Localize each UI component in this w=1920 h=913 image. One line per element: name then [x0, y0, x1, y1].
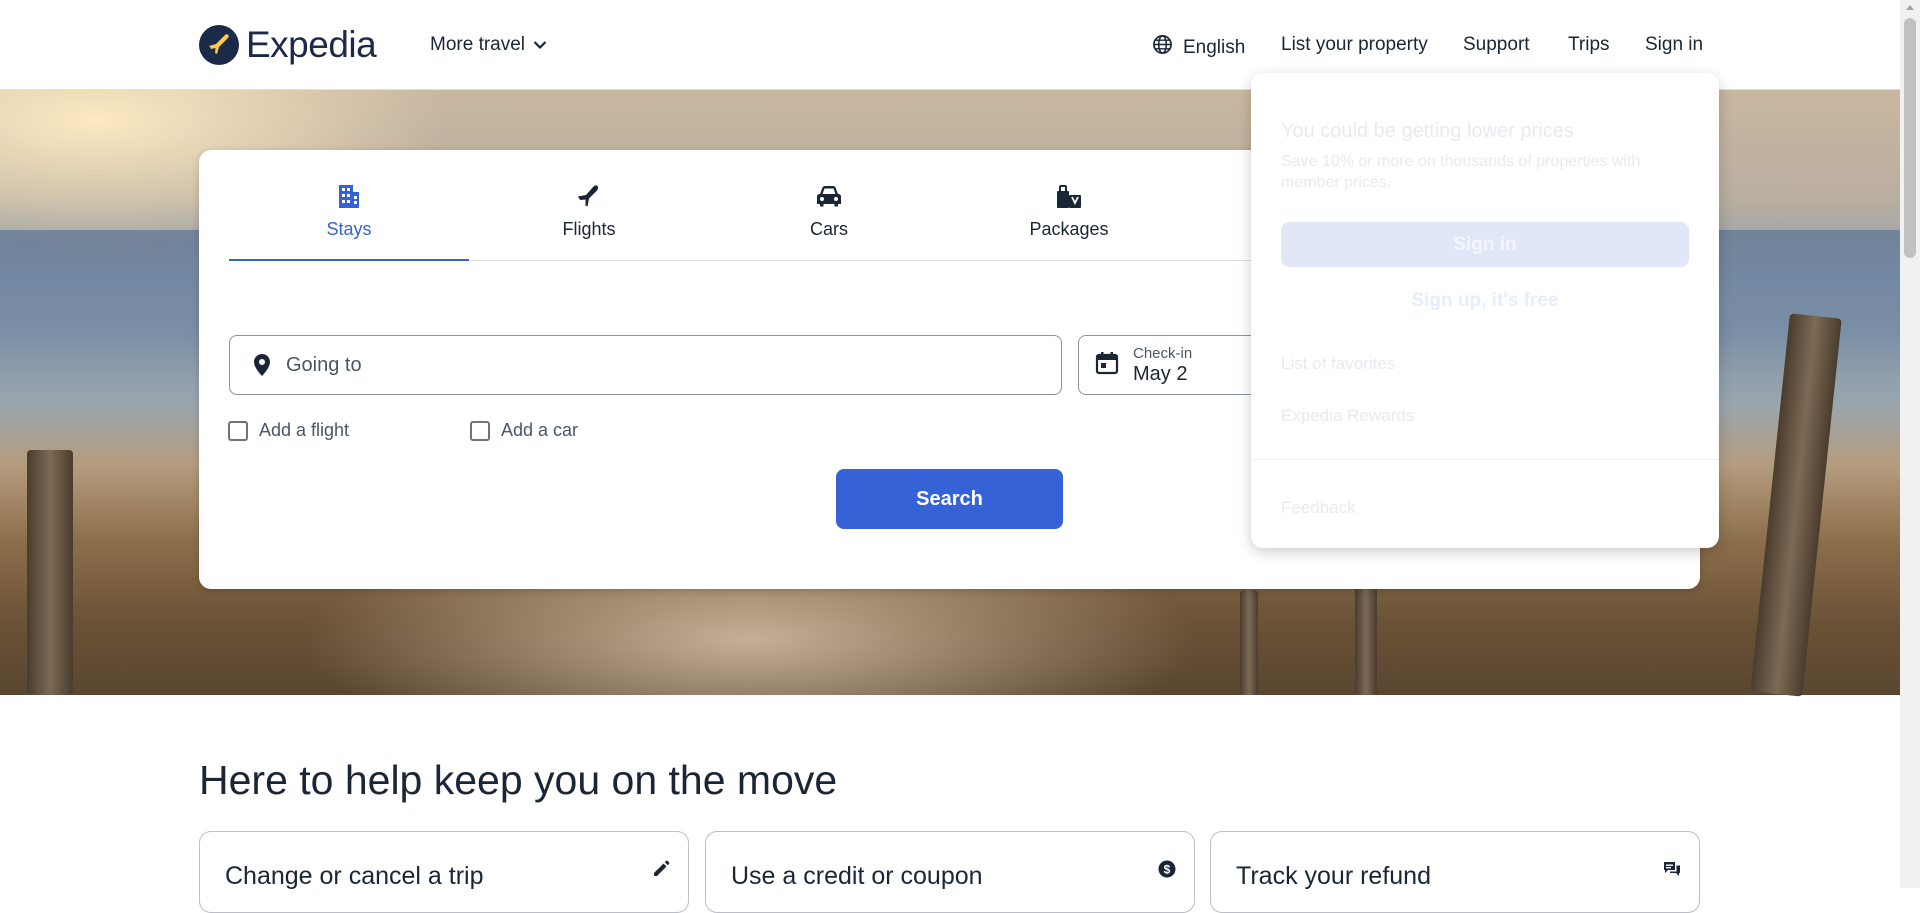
tab-label: Stays: [326, 219, 372, 239]
add-flight-label: Add a flight: [259, 420, 350, 440]
trips-label: Trips: [1568, 34, 1610, 55]
page-scrollbar[interactable]: [1900, 0, 1920, 888]
support-label: Support: [1463, 34, 1530, 55]
tab-stays[interactable]: Stays: [229, 150, 469, 261]
change-cancel-trip-card[interactable]: Change or cancel a trip: [199, 831, 689, 913]
fence-post: [27, 450, 73, 695]
scroll-up-arrow-icon[interactable]: [1906, 5, 1914, 10]
car-icon: [815, 182, 843, 210]
help-card-label: Change or cancel a trip: [225, 862, 484, 890]
list-property-label: List your property: [1281, 34, 1428, 55]
scrollbar-thumb[interactable]: [1904, 18, 1916, 258]
dropdown-description: Save 10% or more on thousands of propert…: [1281, 153, 1641, 191]
chat-bubbles-icon: [1663, 860, 1681, 883]
going-to-field[interactable]: [229, 335, 1062, 395]
credit-coupon-card[interactable]: Use a credit or coupon $: [705, 831, 1195, 913]
support-link[interactable]: Support: [1463, 34, 1530, 56]
check-in-label: Check-in: [1133, 344, 1193, 362]
trips-link[interactable]: Trips: [1568, 34, 1610, 56]
add-car-label: Add a car: [501, 420, 579, 440]
building-icon: [338, 182, 360, 210]
globe-icon: [1152, 34, 1173, 61]
tab-label: Cars: [809, 219, 848, 239]
tab-packages[interactable]: Packages: [949, 150, 1189, 260]
add-car-checkbox[interactable]: Add a car: [470, 420, 578, 441]
tab-flights[interactable]: Flights: [469, 150, 709, 260]
list-property-link[interactable]: List your property: [1281, 34, 1428, 56]
chevron-down-icon: [533, 34, 547, 56]
check-in-value: May 2: [1133, 362, 1188, 385]
help-card-label: Use a credit or coupon: [731, 862, 983, 890]
tab-label: Packages: [1029, 219, 1109, 239]
pencil-icon: [652, 860, 670, 883]
tab-cars[interactable]: Cars: [709, 150, 949, 260]
sign-in-label: Sign in: [1645, 34, 1704, 55]
sign-in-link[interactable]: Sign in: [1645, 34, 1703, 56]
feedback-link[interactable]: Feedback: [1281, 498, 1356, 518]
help-card-label: Track your refund: [1236, 862, 1431, 890]
language-label: English: [1183, 36, 1246, 58]
rewards-link[interactable]: Expedia Rewards: [1281, 406, 1414, 426]
dropdown-divider: [1251, 459, 1719, 460]
search-button[interactable]: Search: [836, 469, 1063, 529]
dropdown-title: You could be getting lower prices: [1281, 120, 1574, 142]
language-selector[interactable]: English: [1152, 34, 1245, 61]
expedia-logo[interactable]: Expedia: [199, 24, 377, 66]
airplane-icon: [576, 182, 602, 210]
sign-in-dropdown: You could be getting lower prices Save 1…: [1251, 73, 1719, 548]
more-travel-menu[interactable]: More travel: [430, 34, 547, 56]
tab-label: Flights: [562, 219, 616, 239]
logo-text: Expedia: [246, 24, 377, 65]
more-travel-label: More travel: [430, 34, 526, 55]
checkbox-box[interactable]: [470, 420, 490, 441]
track-refund-card[interactable]: Track your refund: [1210, 831, 1700, 913]
svg-text:$: $: [1164, 863, 1171, 877]
check-in-text: Check-in May 2: [1133, 345, 1192, 386]
dropdown-sign-up-link[interactable]: Sign up, it's free: [1281, 290, 1689, 312]
map-pin-icon: [250, 353, 274, 377]
expedia-logo-icon: [199, 25, 239, 65]
packages-icon: [1055, 182, 1083, 210]
checkbox-box[interactable]: [228, 420, 248, 441]
fence-post: [1240, 590, 1258, 695]
dollar-coin-icon: $: [1158, 860, 1176, 883]
add-flight-checkbox[interactable]: Add a flight: [228, 420, 349, 441]
calendar-icon: [1095, 351, 1119, 380]
going-to-input[interactable]: [284, 352, 1048, 378]
favorites-link[interactable]: List of favorites: [1281, 354, 1395, 374]
dropdown-sign-in-button[interactable]: Sign in: [1281, 222, 1689, 267]
help-section-title: Here to help keep you on the move: [199, 757, 838, 803]
